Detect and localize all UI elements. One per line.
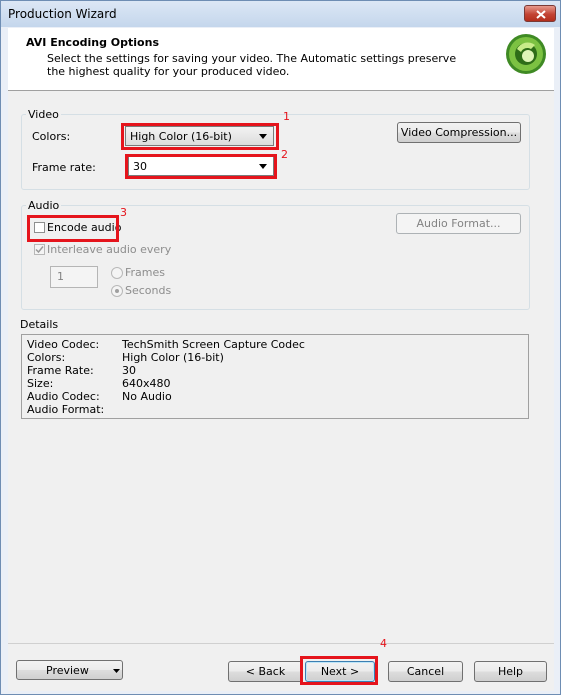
radio-selected-dot <box>115 289 119 293</box>
audio-group-label: Audio <box>26 199 62 212</box>
annotation-label-1: 1 <box>283 110 290 123</box>
interleave-audio-label[interactable]: Interleave audio every <box>47 243 171 256</box>
detail-key: Colors: <box>27 351 66 364</box>
interleave-value-input[interactable]: 1 <box>50 266 98 288</box>
detail-value: High Color (16-bit) <box>122 351 224 364</box>
colors-label: Colors: <box>32 130 71 143</box>
details-panel: Video Codec: TechSmith Screen Capture Co… <box>21 334 529 419</box>
detail-key: Size: <box>27 377 54 390</box>
checkmark-icon <box>35 246 44 254</box>
annotation-label-2: 2 <box>281 148 288 161</box>
frames-radio[interactable] <box>111 267 123 279</box>
title-bar[interactable]: Production Wizard <box>1 1 560 27</box>
seconds-label[interactable]: Seconds <box>125 284 171 297</box>
preview-label: Preview <box>46 664 89 677</box>
frame-rate-label: Frame rate: <box>32 161 96 174</box>
annotation-box-2 <box>125 154 277 179</box>
detail-key: Audio Format: <box>27 403 105 416</box>
page-title: AVI Encoding Options <box>26 36 159 49</box>
annotation-label-4: 4 <box>380 637 387 650</box>
back-button[interactable]: < Back <box>228 661 303 682</box>
detail-key: Audio Codec: <box>27 390 100 403</box>
detail-key: Frame Rate: <box>27 364 94 377</box>
detail-key: Video Codec: <box>27 338 100 351</box>
preview-button[interactable]: Preview <box>16 660 123 680</box>
seconds-radio[interactable] <box>111 285 123 297</box>
cancel-button[interactable]: Cancel <box>388 661 463 682</box>
frames-label[interactable]: Frames <box>125 266 165 279</box>
interleave-audio-checkbox[interactable] <box>34 244 45 255</box>
detail-value: 30 <box>122 364 136 377</box>
annotation-label-3: 3 <box>120 206 127 219</box>
detail-value: TechSmith Screen Capture Codec <box>122 338 305 351</box>
annotation-box-3 <box>27 215 119 242</box>
annotation-box-1 <box>121 123 279 150</box>
detail-value: 640x480 <box>122 377 171 390</box>
page-description: Select the settings for saving your vide… <box>47 52 457 78</box>
camtasia-logo-icon <box>506 34 546 74</box>
close-button[interactable] <box>524 5 556 22</box>
production-wizard-window: Production Wizard AVI Encoding Options S… <box>0 0 561 695</box>
video-group-label: Video <box>26 108 61 121</box>
details-label: Details <box>20 318 59 331</box>
detail-value: No Audio <box>122 390 172 403</box>
chevron-down-icon <box>113 669 120 673</box>
audio-format-button[interactable]: Audio Format... <box>396 213 521 234</box>
video-compression-button[interactable]: Video Compression... <box>397 122 521 143</box>
wizard-client-area: AVI Encoding Options Select the settings… <box>8 28 554 691</box>
wizard-header: AVI Encoding Options Select the settings… <box>8 28 554 91</box>
help-button[interactable]: Help <box>474 661 547 682</box>
window-title: Production Wizard <box>8 7 117 21</box>
footer-separator <box>8 643 554 644</box>
close-icon <box>536 10 546 19</box>
annotation-box-4 <box>300 656 378 685</box>
